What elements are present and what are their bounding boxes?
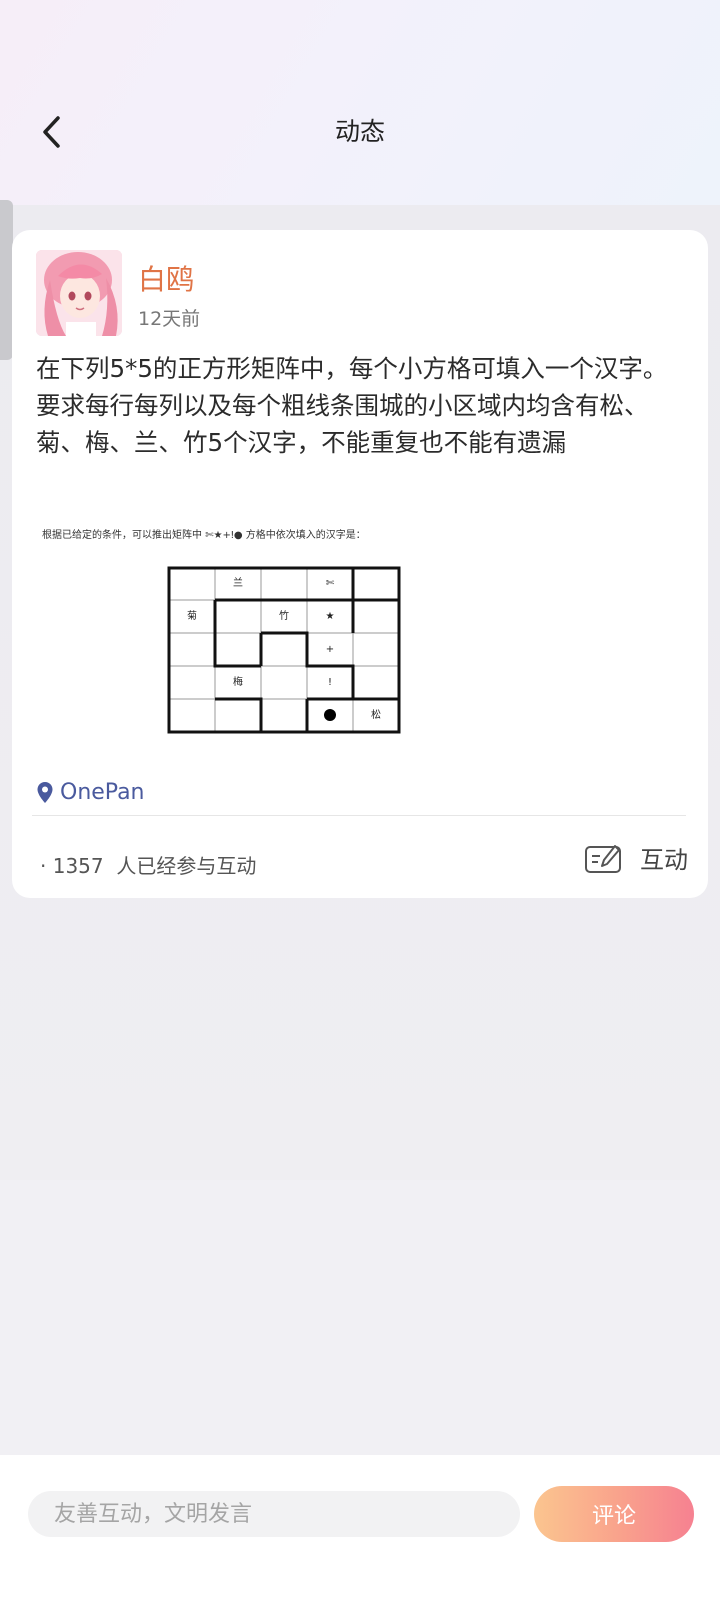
post-image[interactable]: 根据已给定的条件，可以推出矩阵中 ✄★+ǃ● 方格中依次填入的汉字是： 兰 ✄ … bbox=[36, 520, 466, 770]
grid-cell: 梅 bbox=[233, 675, 243, 688]
puzzle-grid: 兰 ✄ 菊 竹 ★ + 梅 ǃ 松 bbox=[167, 566, 401, 734]
grid-cell: 竹 bbox=[279, 609, 289, 622]
location-label: OnePan bbox=[60, 780, 145, 805]
grid-cell: ★ bbox=[326, 611, 335, 622]
grid-cell: ✄ bbox=[326, 578, 335, 589]
location-tag[interactable]: OnePan bbox=[36, 780, 145, 805]
grid-cell: 菊 bbox=[187, 610, 197, 622]
comment-input[interactable] bbox=[28, 1491, 520, 1537]
comment-button[interactable]: 评论 bbox=[534, 1486, 694, 1542]
post-text: 在下列5*5的正方形矩阵中，每个小方格可填入一个汉字。要求每行每列以及每个粗线条… bbox=[36, 354, 668, 457]
edit-note-icon bbox=[585, 844, 621, 873]
participants-count: 1357 bbox=[52, 854, 104, 878]
avatar[interactable] bbox=[36, 250, 122, 336]
username[interactable]: 白鸥 bbox=[138, 258, 194, 298]
post-time: 12天前 bbox=[138, 308, 201, 330]
participants-info: · 1357 人已经参与互动 bbox=[40, 850, 256, 879]
location-pin-icon bbox=[37, 781, 53, 803]
comment-bar: 评论 bbox=[0, 1455, 720, 1608]
grid-cell: ǃ bbox=[329, 677, 332, 688]
interact-label: 互动 bbox=[640, 846, 688, 874]
avatar-illustration bbox=[36, 250, 122, 336]
top-nav-bar: 动态 bbox=[0, 90, 720, 170]
grid-cell: 松 bbox=[371, 708, 381, 721]
grid-cell: 兰 bbox=[233, 576, 243, 589]
participants-label: 人已经参与互动 bbox=[116, 854, 257, 878]
card-divider bbox=[32, 815, 686, 816]
bullet: · bbox=[40, 854, 53, 878]
grid-cell: + bbox=[326, 644, 334, 655]
interact-button[interactable]: 互动 bbox=[584, 840, 688, 875]
black-dot-marker bbox=[324, 709, 336, 721]
page-title: 动态 bbox=[334, 117, 385, 146]
post-card: 白鸥 12天前 在下列5*5的正方形矩阵中，每个小方格可填入一个汉字。要求每行每… bbox=[12, 230, 708, 898]
